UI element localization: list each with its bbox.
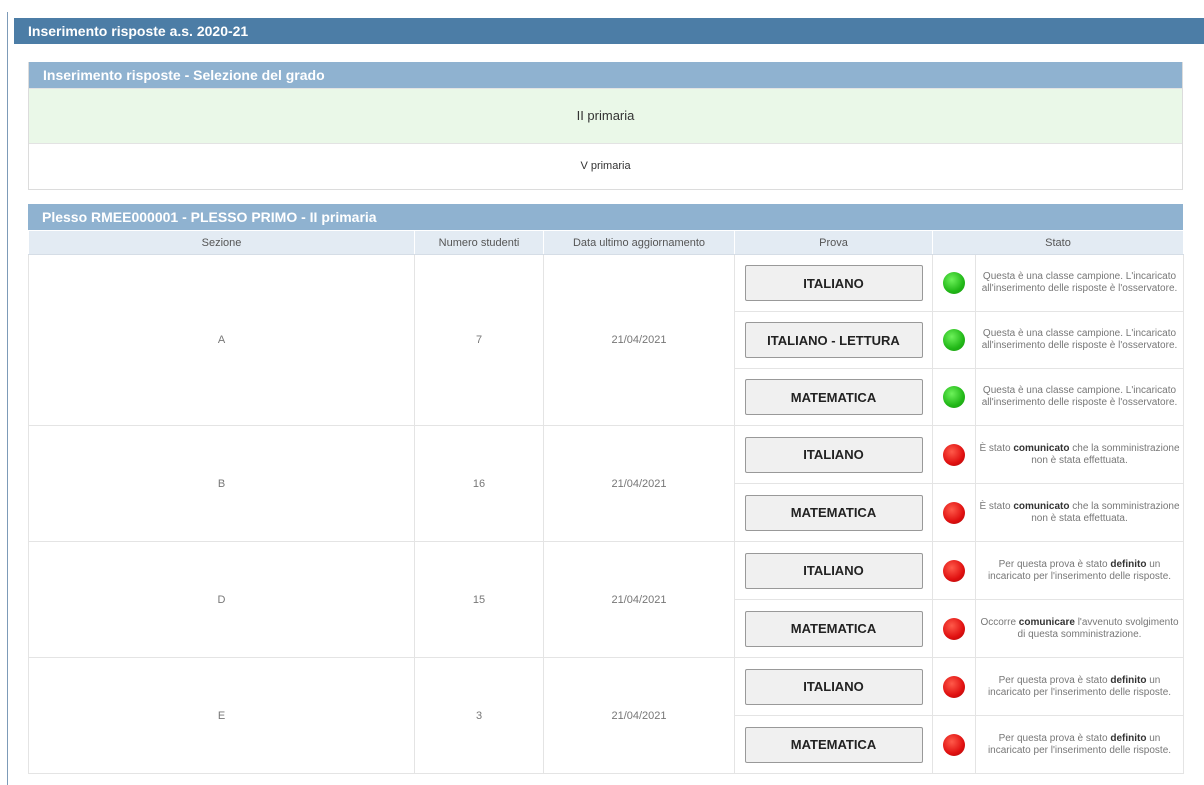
table-row: B 16 21/04/2021 ITALIANO È stato comunicato …	[28, 425, 1184, 542]
prova-button[interactable]: ITALIANO	[744, 436, 923, 473]
cell-prova: ITALIANO	[734, 254, 933, 312]
cell-data: 21/04/2021	[543, 541, 735, 658]
cell-status-indicator	[932, 368, 976, 426]
table-header-row: Sezione Numero studenti Data ultimo aggi…	[28, 230, 1184, 255]
status-text: Questa è una classe campione. L'incarica…	[981, 385, 1178, 408]
cell-numero-studenti: 16	[414, 425, 544, 542]
cell-prova: MATEMATICA	[734, 368, 933, 426]
status-description: Occorre comunicare l'avvenuto svolgiment…	[975, 599, 1184, 658]
status-green-dot-icon	[943, 272, 965, 294]
status-keyword: comunicato	[1013, 500, 1070, 512]
prova-button[interactable]: ITALIANO	[744, 552, 923, 589]
status-description: Per questa prova è stato definito un inc…	[975, 541, 1184, 600]
status-keyword: comunicare	[1018, 616, 1075, 628]
plesso-panel: Plesso RMEE000001 - PLESSO PRIMO - II pr…	[28, 204, 1184, 774]
status-text: Occorre	[980, 616, 1019, 628]
cell-prova: MATEMATICA	[734, 599, 933, 658]
status-description: È stato comunicato che la somministrazio…	[975, 425, 1184, 484]
status-text: Questa è una classe campione. L'incarica…	[981, 271, 1178, 294]
cell-numero-studenti: 15	[414, 541, 544, 658]
status-text: Questa è una classe campione. L'incarica…	[981, 328, 1178, 351]
column-header-stato: Stato	[932, 230, 1184, 255]
cell-status-indicator	[932, 541, 976, 600]
plesso-panel-title: Plesso RMEE000001 - PLESSO PRIMO - II pr…	[28, 204, 1183, 230]
prova-button[interactable]: ITALIANO	[744, 265, 923, 301]
status-keyword: comunicato	[1013, 442, 1070, 454]
window-border	[7, 12, 8, 785]
grade-option-ii-primaria[interactable]: II primaria	[29, 88, 1182, 143]
status-description: È stato comunicato che la somministrazio…	[975, 483, 1184, 542]
prova-button[interactable]: MATEMATICA	[744, 610, 923, 647]
column-header-sezione: Sezione	[28, 230, 415, 255]
table-row: A 7 21/04/2021 ITALIANO Questa è una classe …	[28, 254, 1184, 426]
status-green-dot-icon	[943, 386, 965, 408]
status-text: Per questa prova è stato	[998, 732, 1111, 744]
cell-sezione: D	[28, 541, 415, 658]
status-text: Per questa prova è stato	[998, 674, 1111, 686]
cell-numero-studenti: 7	[414, 254, 544, 426]
cell-sezione: A	[28, 254, 415, 426]
cell-data: 21/04/2021	[543, 425, 735, 542]
cell-prova: ITALIANO - LETTURA	[734, 311, 933, 369]
cell-status-indicator	[932, 599, 976, 658]
cell-prova: ITALIANO	[734, 425, 933, 484]
cell-prova: ITALIANO	[734, 541, 933, 600]
status-text: È stato	[979, 500, 1014, 512]
cell-status-indicator	[932, 311, 976, 369]
status-keyword: definito	[1110, 558, 1147, 570]
cell-prova: MATEMATICA	[734, 483, 933, 542]
table-row: D 15 21/04/2021 ITALIANO Per questa prova è …	[28, 541, 1184, 658]
status-red-dot-icon	[943, 501, 965, 524]
table-row: E 3 21/04/2021 ITALIANO Per questa prova è s…	[28, 657, 1184, 774]
grade-panel-title: Inserimento risposte - Selezione del gra…	[29, 62, 1182, 88]
status-green-dot-icon	[943, 329, 965, 351]
cell-status-indicator	[932, 254, 976, 312]
status-red-dot-icon	[943, 617, 965, 640]
status-red-dot-icon	[943, 559, 965, 582]
prova-button[interactable]: MATEMATICA	[744, 726, 923, 763]
cell-status-indicator	[932, 715, 976, 774]
status-red-dot-icon	[943, 733, 965, 756]
status-text: Per questa prova è stato	[998, 558, 1111, 570]
status-description: Questa è una classe campione. L'incarica…	[975, 368, 1184, 426]
status-red-dot-icon	[943, 675, 965, 698]
status-description: Per questa prova è stato definito un inc…	[975, 715, 1184, 774]
cell-sezione: E	[28, 657, 415, 774]
grade-selection-panel: Inserimento risposte - Selezione del gra…	[28, 62, 1183, 190]
cell-status-indicator	[932, 425, 976, 484]
grade-option-v-primaria[interactable]: V primaria	[29, 143, 1182, 189]
page-title: Inserimento risposte a.s. 2020-21	[14, 18, 1204, 44]
sections-table: Sezione Numero studenti Data ultimo aggi…	[28, 230, 1184, 774]
prova-button[interactable]: ITALIANO - LETTURA	[744, 322, 923, 358]
prova-button[interactable]: MATEMATICA	[744, 379, 923, 415]
cell-status-indicator	[932, 657, 976, 716]
cell-prova: ITALIANO	[734, 657, 933, 716]
column-header-data: Data ultimo aggiornamento	[543, 230, 735, 255]
column-header-numero-studenti: Numero studenti	[414, 230, 544, 255]
prova-button[interactable]: ITALIANO	[744, 668, 923, 705]
cell-prova: MATEMATICA	[734, 715, 933, 774]
prova-button[interactable]: MATEMATICA	[744, 494, 923, 531]
cell-numero-studenti: 3	[414, 657, 544, 774]
status-description: Per questa prova è stato definito un inc…	[975, 657, 1184, 716]
column-header-prova: Prova	[734, 230, 933, 255]
status-text: È stato	[979, 442, 1014, 454]
status-keyword: definito	[1110, 732, 1147, 744]
status-red-dot-icon	[943, 443, 965, 466]
cell-data: 21/04/2021	[543, 254, 735, 426]
status-description: Questa è una classe campione. L'incarica…	[975, 254, 1184, 312]
status-keyword: definito	[1110, 674, 1147, 686]
status-description: Questa è una classe campione. L'incarica…	[975, 311, 1184, 369]
cell-data: 21/04/2021	[543, 657, 735, 774]
cell-sezione: B	[28, 425, 415, 542]
cell-status-indicator	[932, 483, 976, 542]
